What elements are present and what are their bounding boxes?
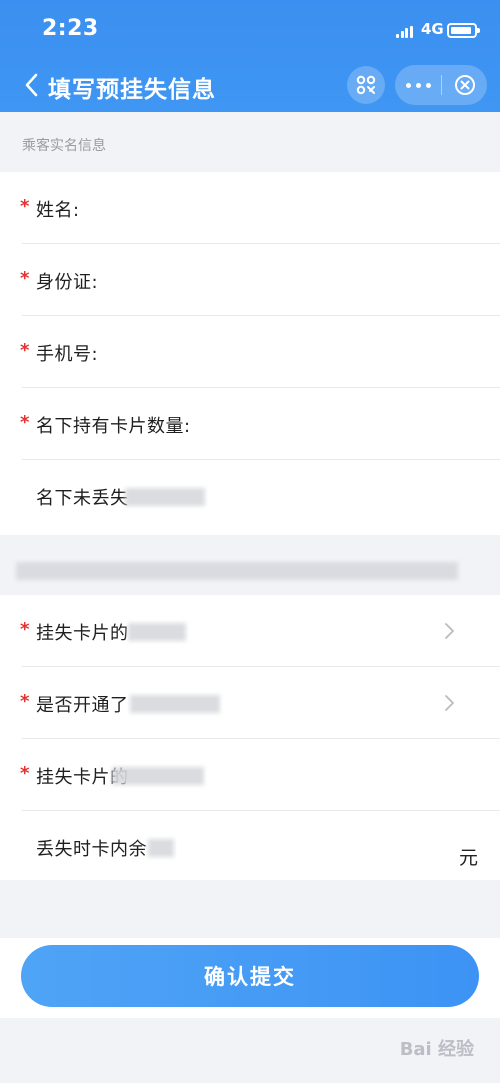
close-button[interactable] bbox=[442, 65, 487, 105]
field-label: 是否开通了 bbox=[36, 695, 129, 716]
unlost-cards-field[interactable]: 名下未丢失 bbox=[0, 460, 500, 532]
name-field[interactable]: * 姓名: bbox=[0, 172, 500, 244]
field-label: 姓名: bbox=[36, 200, 80, 221]
submit-button[interactable]: 确认提交 bbox=[21, 945, 479, 1007]
network-type: 4G bbox=[421, 20, 444, 38]
field-label: 身份证: bbox=[36, 272, 99, 293]
blurred-notice bbox=[16, 562, 458, 580]
close-icon bbox=[454, 75, 475, 95]
field-label: 手机号: bbox=[36, 344, 99, 365]
signal-icon bbox=[396, 26, 414, 38]
section-title: 乘客实名信息 bbox=[22, 138, 106, 154]
chevron-right-icon bbox=[445, 695, 454, 711]
required-mark: * bbox=[20, 412, 30, 433]
more-button[interactable] bbox=[395, 65, 441, 105]
required-mark: * bbox=[20, 691, 30, 712]
mini-program-capsule bbox=[395, 65, 487, 105]
battery-icon bbox=[447, 23, 480, 38]
id-card-field[interactable]: * 身份证: bbox=[0, 244, 500, 316]
back-icon[interactable] bbox=[22, 71, 42, 99]
field-label: 挂失卡片的 bbox=[36, 623, 129, 644]
field-label: 名下未丢失 bbox=[36, 488, 129, 509]
field-label: 名下持有卡片数量: bbox=[36, 416, 191, 437]
scan-icon bbox=[356, 75, 376, 95]
required-mark: * bbox=[20, 763, 30, 784]
required-mark: * bbox=[20, 619, 30, 640]
blurred-text bbox=[125, 488, 205, 506]
required-mark: * bbox=[20, 196, 30, 217]
currency-unit: 元 bbox=[458, 847, 478, 869]
blurred-text bbox=[148, 839, 174, 857]
nav-bar: 填写预挂失信息 bbox=[0, 60, 500, 112]
required-mark: * bbox=[20, 268, 30, 289]
blurred-text bbox=[130, 695, 220, 713]
more-icon bbox=[403, 82, 433, 88]
field-label: 丢失时卡内余 bbox=[36, 839, 147, 860]
passenger-info-card: * 姓名: * 身份证: * 手机号: * 名下持有卡片数量: 名下未丢失 bbox=[0, 172, 500, 535]
lost-card-info-card: * 挂失卡片的 * 是否开通了 * 挂失卡片的 丢失时卡内余 元 bbox=[0, 595, 500, 880]
status-bar: 2:23 4G bbox=[0, 0, 500, 60]
blurred-text bbox=[128, 623, 186, 641]
phone-field[interactable]: * 手机号: bbox=[0, 316, 500, 388]
lost-card-type-field[interactable]: * 挂失卡片的 bbox=[0, 595, 500, 667]
card-count-field[interactable]: * 名下持有卡片数量: bbox=[0, 388, 500, 460]
required-mark: * bbox=[20, 340, 30, 361]
service-enabled-field[interactable]: * 是否开通了 bbox=[0, 667, 500, 739]
blurred-text bbox=[112, 767, 204, 785]
scan-button[interactable] bbox=[347, 66, 385, 104]
balance-field[interactable]: 丢失时卡内余 元 bbox=[0, 811, 500, 880]
chevron-right-icon bbox=[445, 623, 454, 639]
app-header: 2:23 4G 填写预挂失信息 bbox=[0, 0, 500, 112]
status-time: 2:23 bbox=[42, 16, 99, 41]
page-title: 填写预挂失信息 bbox=[48, 77, 216, 103]
watermark: Bai 经验 bbox=[399, 1039, 474, 1060]
lost-card-number-field[interactable]: * 挂失卡片的 bbox=[0, 739, 500, 811]
